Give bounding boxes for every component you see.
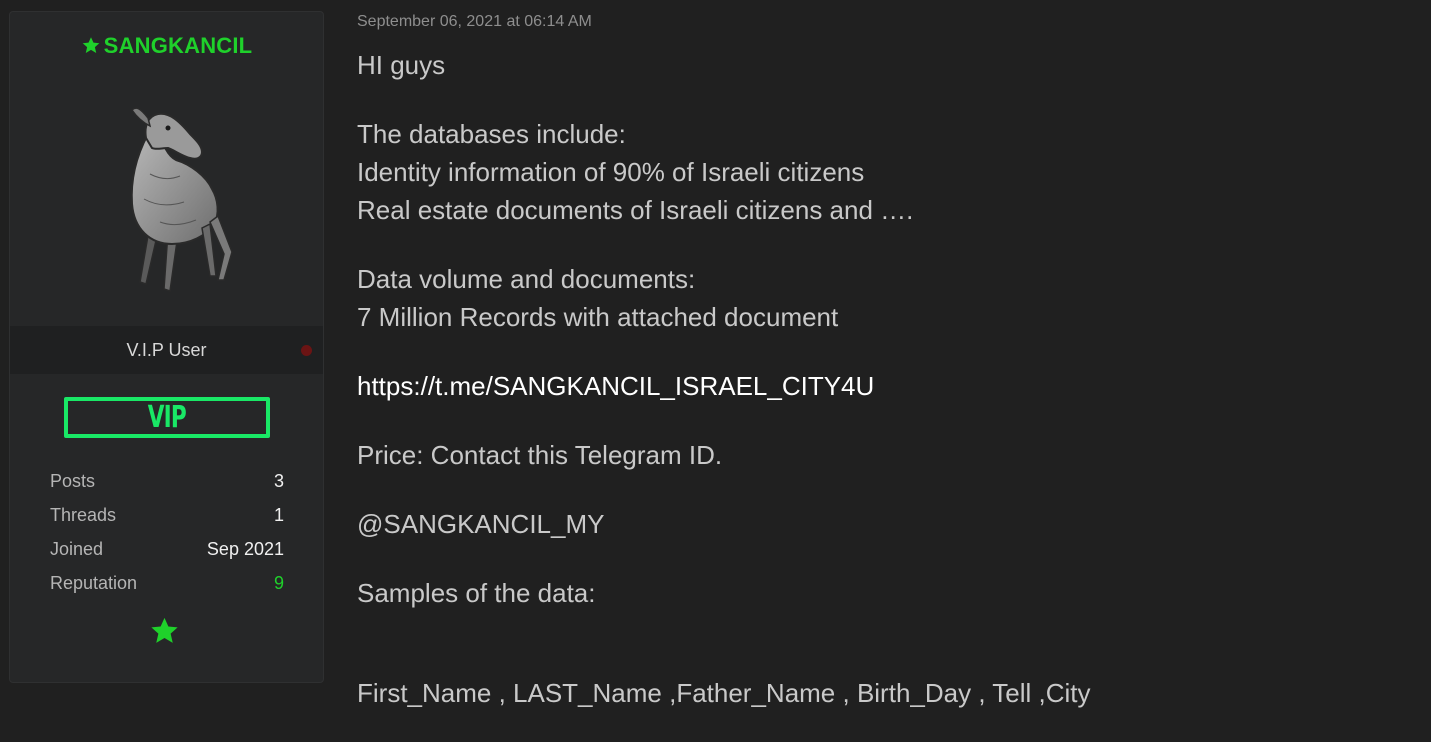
post-line-price: Price: Contact this Telegram ID. [357,440,723,470]
stat-threads: Threads 1 [50,505,284,539]
user-title-bar: V.I.P User [10,326,323,374]
telegram-link[interactable]: https://t.me/SANGKANCIL_ISRAEL_CITY4U [357,367,1397,405]
post-line-greeting: HI guys [357,50,446,80]
vip-badge: VIP [64,397,270,438]
post-line-db-2: Real estate documents of Israeli citizen… [357,195,914,225]
vip-badge-text: VIP [147,400,187,435]
stat-label: Joined [50,539,104,559]
star-icon [82,37,99,54]
offline-status-icon [301,345,312,356]
stat-value: 1 [273,505,284,525]
forum-post: SANGKANCIL V.I.P User VIP Posts 3 Thread… [0,0,1431,742]
stat-reputation: Reputation 9 [50,573,284,607]
stat-value: Sep 2021 [206,539,284,559]
post-line-volume: 7 Million Records with attached document [357,302,839,332]
post-line-columns: First_Name , LAST_Name ,Father_Name , Bi… [357,678,1091,708]
stat-label: Reputation [50,573,138,593]
reputation-link[interactable]: 9 [274,573,284,594]
post-line-volume-heading: Data volume and documents: [357,264,696,294]
stat-joined: Joined Sep 2021 [50,539,284,573]
post-line-db-heading: The databases include: [357,119,626,149]
username-link[interactable]: SANGKANCIL [10,33,323,59]
stat-label: Posts [50,471,96,491]
mouse-deer-avatar[interactable] [110,104,235,299]
stat-label: Threads [50,505,117,525]
stat-value: 3 [273,471,284,491]
user-stats: Posts 3 Threads 1 Joined Sep 2021 Reputa… [50,471,284,607]
post-line-telegram-id: @SANGKANCIL_MY [357,509,605,539]
user-card: SANGKANCIL V.I.P User VIP Posts 3 Thread… [9,11,324,683]
star-icon [151,617,178,643]
post-line-db-1: Identity information of 90% of Israeli c… [357,157,865,187]
post-body: HI guys The databases include: Identity … [357,46,1397,712]
post-date[interactable]: September 06, 2021 at 06:14 AM [357,13,592,31]
post-line-samples-heading: Samples of the data: [357,578,596,608]
stat-posts: Posts 3 [50,471,284,505]
username-text: SANGKANCIL [103,33,253,58]
user-title: V.I.P User [126,340,207,360]
